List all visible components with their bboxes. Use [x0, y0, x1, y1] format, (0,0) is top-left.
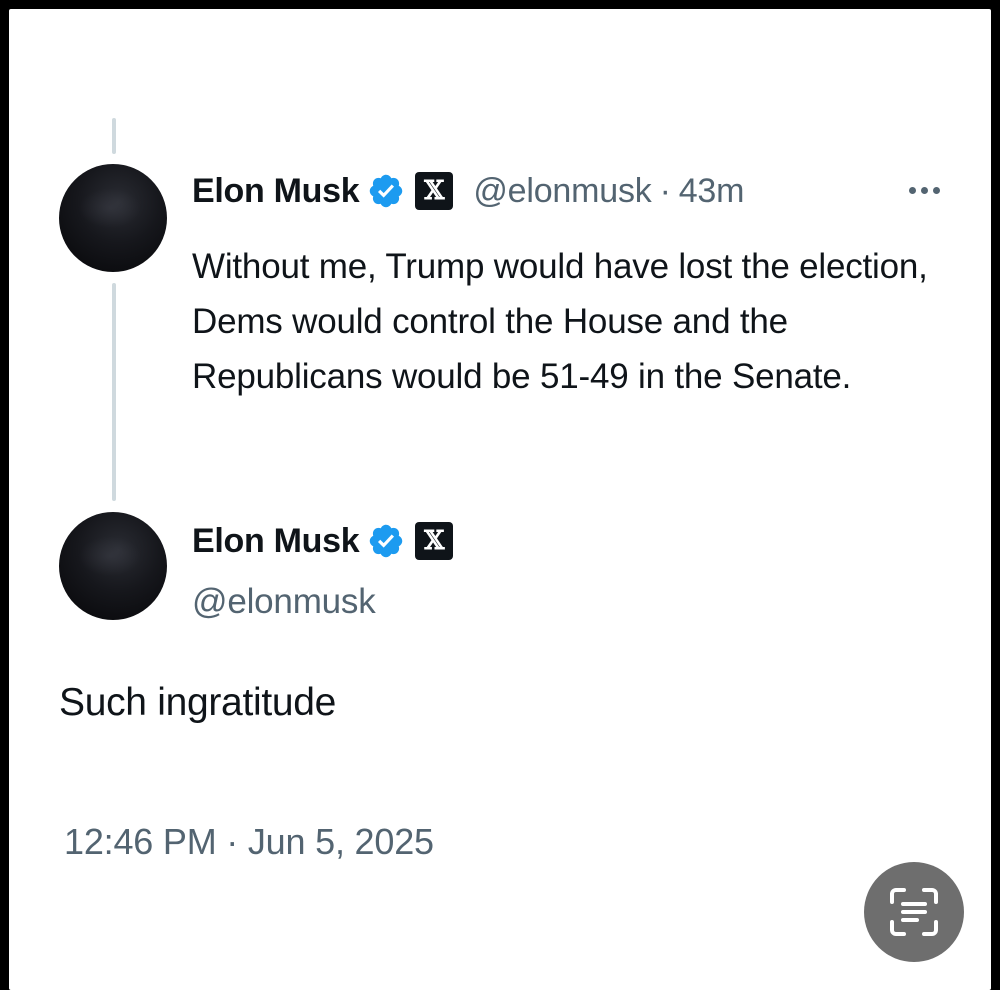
verified-badge-icon: [370, 524, 403, 558]
author-name[interactable]: Elon Musk: [192, 522, 360, 561]
reply-context-header: Elon Musk 𝕏 @elonmusk · 43m: [192, 167, 744, 215]
separator-dot: ·: [659, 171, 671, 210]
more-options-icon[interactable]: [909, 187, 940, 194]
text-scan-icon: [890, 888, 938, 936]
avatar[interactable]: [59, 512, 167, 620]
main-post-header: Elon Musk 𝕏: [192, 517, 454, 565]
time-ago[interactable]: 43m: [679, 172, 745, 211]
text-scan-button[interactable]: [864, 862, 964, 962]
tweet-screenshot: Elon Musk 𝕏 @elonmusk · 43m Without me, …: [9, 9, 991, 990]
thread-line-connector: [112, 283, 116, 501]
post-timestamp[interactable]: 12:46 PM · Jun 5, 2025: [64, 821, 434, 863]
post-text: Such ingratitude: [59, 681, 337, 724]
handle[interactable]: @elonmusk: [192, 582, 376, 622]
reply-context-text: Without me, Trump would have lost the el…: [192, 247, 928, 396]
verified-badge-icon: [370, 174, 403, 208]
handle[interactable]: @elonmusk: [473, 172, 651, 211]
x-logo-icon: 𝕏: [415, 172, 454, 210]
avatar[interactable]: [59, 164, 167, 272]
thread-line-top: [112, 118, 116, 154]
author-name[interactable]: Elon Musk: [192, 172, 360, 211]
x-logo-icon: 𝕏: [415, 522, 454, 560]
